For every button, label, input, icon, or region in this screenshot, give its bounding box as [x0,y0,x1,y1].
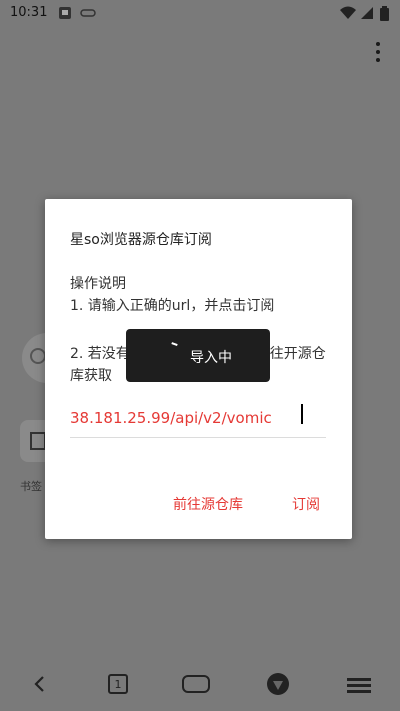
battery-icon [380,6,389,21]
spinner-icon [170,342,178,349]
dialog-title: 星so浏览器源仓库订阅 [70,232,212,248]
more-options-icon[interactable] [374,42,382,66]
instruction-step-1: 1. 请输入正确的url，并点击订阅 [70,298,275,314]
window-icon[interactable] [181,669,211,699]
search-icon [30,348,46,364]
text-caret [301,404,303,424]
link-icon [80,9,96,17]
bottom-nav: 1 [0,655,400,711]
shield-icon[interactable] [263,669,293,699]
tabs-button[interactable]: 1 [103,669,133,699]
toast-text: 导入中 [190,350,232,366]
tab-count: 1 [108,674,128,694]
open-repo-button[interactable]: 前往源仓库 [173,494,243,514]
loading-toast: 导入中 [126,329,270,382]
bookmark-label: 书签 [20,480,42,493]
instructions-heading: 操作说明 [70,276,126,292]
status-time: 10:31 [10,5,48,20]
subscribe-button[interactable]: 订阅 [292,494,320,514]
signal-icon [361,7,373,19]
status-bar: 10:31 [0,0,400,28]
bookmark-icon [30,432,46,450]
repo-url-input[interactable] [70,399,326,438]
back-icon[interactable] [24,669,54,699]
notification-icon [59,7,71,19]
menu-icon[interactable] [344,669,374,699]
wifi-icon [340,6,356,19]
